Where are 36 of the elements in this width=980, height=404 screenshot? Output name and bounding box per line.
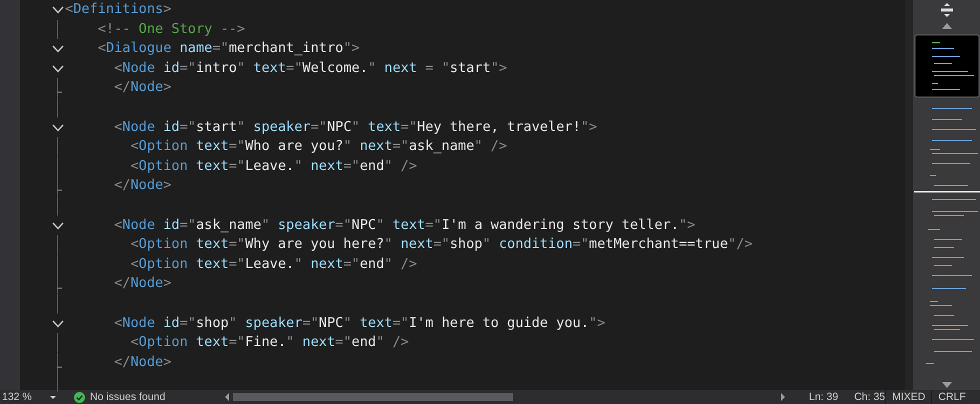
code-line: </Node> bbox=[113, 354, 172, 370]
column-status[interactable]: Ch: 35 bbox=[854, 391, 886, 403]
line-number-status[interactable]: Ln: 39 bbox=[809, 391, 838, 403]
code-line: </Node> bbox=[113, 177, 172, 194]
code-line: <Option text="Leave." next="end" /> bbox=[129, 158, 418, 174]
scroll-up-icon[interactable] bbox=[942, 23, 952, 29]
scroll-left-icon[interactable] bbox=[225, 393, 229, 401]
code-line: <Node id="shop" speaker="NPC" text="I'm here to guide you."> bbox=[113, 314, 606, 330]
line-ending-status[interactable]: CRLF bbox=[931, 390, 972, 404]
code-line: </Node> bbox=[113, 275, 172, 292]
code-line: <Node id="intro" text="Welcome." next = "start"> bbox=[113, 60, 508, 76]
code-line: </Node> bbox=[113, 79, 172, 96]
code-line: <Dialogue name="merchant_intro"> bbox=[96, 40, 360, 56]
code-line: <Definitions> bbox=[65, 1, 172, 17]
code-line: <Option text="Who are you?" next="ask_name" /> bbox=[129, 138, 508, 154]
collapse-chevron-icon[interactable] bbox=[52, 6, 64, 14]
scroll-down-icon[interactable] bbox=[942, 382, 952, 388]
code-line: <Node id="ask_name" speaker="NPC" text="I'm a wandering story teller."> bbox=[113, 216, 696, 233]
check-icon bbox=[74, 392, 85, 402]
code-line: <Node id="start" speaker="NPC" text="Hey there, traveler!"> bbox=[113, 118, 598, 135]
code-line: <Option text="Why are you here?" next="shop" condition="metMerchant==true"/> bbox=[129, 236, 753, 252]
whitespace-status[interactable]: MIXED bbox=[885, 390, 932, 404]
collapse-chevron-icon[interactable] bbox=[52, 64, 64, 73]
split-handle-icon[interactable] bbox=[940, 2, 954, 18]
code-line: <Option text="Leave." next="end" /> bbox=[129, 256, 418, 272]
scrollbar-thumb[interactable] bbox=[233, 393, 513, 401]
issues-status[interactable]: No issues found bbox=[90, 391, 225, 403]
collapse-chevron-icon[interactable] bbox=[52, 124, 64, 132]
caret-icon bbox=[50, 396, 56, 398]
zoom-dropdown[interactable]: 132 % bbox=[0, 391, 56, 403]
collapse-chevron-icon[interactable] bbox=[52, 45, 64, 54]
collapse-chevron-icon[interactable] bbox=[52, 320, 64, 328]
collapse-chevron-icon[interactable] bbox=[52, 222, 64, 230]
scroll-right-icon[interactable] bbox=[781, 393, 785, 401]
code-line: <!-- One Story --> bbox=[96, 20, 246, 37]
code-line: <Option text="Fine." next="end" /> bbox=[129, 334, 409, 350]
